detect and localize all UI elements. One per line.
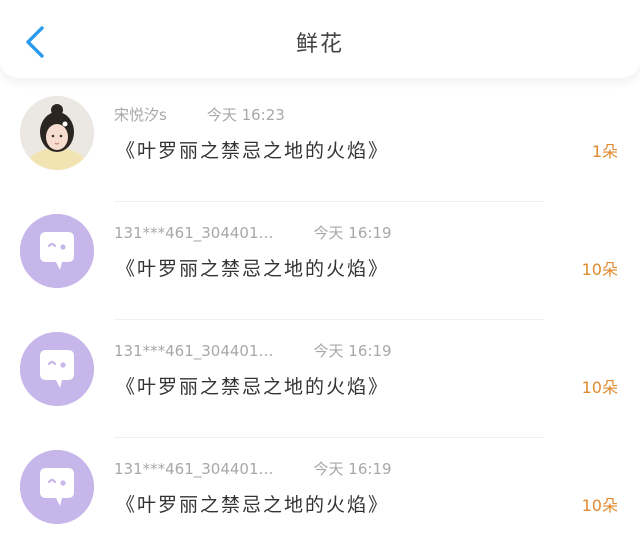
sender-name[interactable]: 131***461_304401…	[114, 224, 274, 242]
gift-title: 《叶罗丽之禁忌之地的火焰》	[116, 258, 390, 280]
list-item[interactable]: 131***461_304401… 今天 16:19 《叶罗丽之禁忌之地的火焰》 …	[0, 202, 640, 320]
chat-bubble-face-icon	[20, 214, 94, 288]
user-photo-icon	[20, 96, 94, 170]
item-meta: 131***461_304401… 今天 16:19	[114, 458, 392, 479]
page-title: 鲜花	[295, 32, 344, 57]
chat-bubble-face-icon	[20, 450, 94, 524]
sender-name[interactable]: 宋悦汐s	[114, 106, 167, 124]
timestamp: 今天 16:19	[313, 460, 392, 478]
sender-name[interactable]: 131***461_304401…	[114, 342, 274, 360]
avatar[interactable]	[20, 96, 94, 170]
gift-title: 《叶罗丽之禁忌之地的火焰》	[116, 494, 390, 516]
gift-title: 《叶罗丽之禁忌之地的火焰》	[116, 376, 390, 398]
list-item[interactable]: 131***461_304401… 今天 16:19 《叶罗丽之禁忌之地的火焰》 …	[0, 320, 640, 438]
timestamp: 今天 16:19	[313, 224, 392, 242]
flower-count: 10朵	[581, 260, 618, 279]
flower-record-list: 宋悦汐s 今天 16:23 《叶罗丽之禁忌之地的火焰》 1朵 131***461_…	[0, 84, 640, 556]
timestamp: 今天 16:19	[313, 342, 392, 360]
flower-count: 10朵	[581, 378, 618, 397]
gift-title: 《叶罗丽之禁忌之地的火焰》	[116, 140, 390, 162]
chat-bubble-face-icon	[20, 332, 94, 406]
avatar[interactable]	[20, 450, 94, 524]
item-meta: 宋悦汐s 今天 16:23	[114, 104, 285, 125]
item-meta: 131***461_304401… 今天 16:19	[114, 222, 392, 243]
list-item[interactable]: 131***461_304401… 今天 16:19 《叶罗丽之禁忌之地的火焰》 …	[0, 438, 640, 556]
flower-count: 10朵	[581, 496, 618, 515]
timestamp: 今天 16:23	[206, 106, 285, 124]
top-bar: 鲜花	[0, 0, 640, 78]
list-item[interactable]: 宋悦汐s 今天 16:23 《叶罗丽之禁忌之地的火焰》 1朵	[0, 84, 640, 202]
avatar[interactable]	[20, 214, 94, 288]
flower-count: 1朵	[591, 142, 618, 161]
avatar[interactable]	[20, 332, 94, 406]
item-meta: 131***461_304401… 今天 16:19	[114, 340, 392, 361]
sender-name[interactable]: 131***461_304401…	[114, 460, 274, 478]
